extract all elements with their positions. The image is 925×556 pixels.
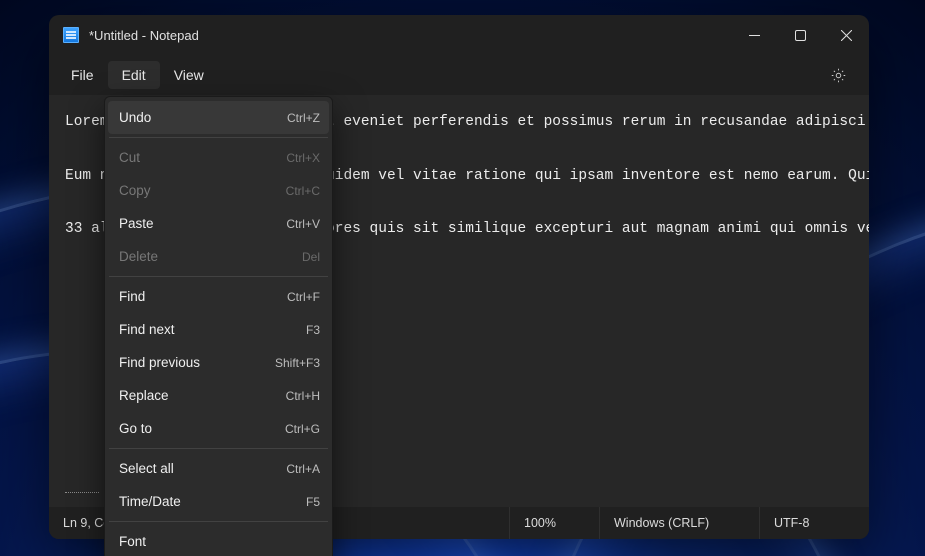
menu-item-shortcut: Ctrl+C [286,184,320,198]
edit-menu-dropdown: Undo Ctrl+Z Cut Ctrl+X Copy Ctrl+C Paste… [104,96,333,556]
menu-separator [109,448,328,449]
menu-item-shortcut: Ctrl+A [286,462,320,476]
menu-item-shortcut: Ctrl+G [285,422,320,436]
minimize-icon [749,30,760,41]
menu-select-all[interactable]: Select all Ctrl+A [105,452,332,485]
menu-item-label: Find next [119,322,175,337]
menu-item-label: Delete [119,249,158,264]
menu-separator [109,276,328,277]
menu-item-shortcut: Ctrl+Z [287,111,320,125]
menu-find-previous[interactable]: Find previous Shift+F3 [105,346,332,379]
menu-font[interactable]: Font [105,525,332,556]
caret-indicator [65,492,99,493]
maximize-button[interactable] [777,15,823,55]
menu-item-shortcut: Ctrl+H [286,389,320,403]
minimize-button[interactable] [731,15,777,55]
menu-item-label: Cut [119,150,140,165]
menubar: File Edit View [49,55,869,95]
window-controls [731,15,869,55]
menu-item-label: Find previous [119,355,200,370]
settings-button[interactable] [821,58,855,92]
titlebar[interactable]: *Untitled - Notepad [49,15,869,55]
menu-item-label: Find [119,289,145,304]
menu-goto[interactable]: Go to Ctrl+G [105,412,332,445]
menu-view[interactable]: View [160,61,218,89]
menu-item-label: Replace [119,388,169,403]
menu-separator [109,521,328,522]
menu-cut: Cut Ctrl+X [105,141,332,174]
window-title: *Untitled - Notepad [89,28,199,43]
menu-item-shortcut: Ctrl+F [287,290,320,304]
gear-icon [830,67,847,84]
status-lineend[interactable]: Windows (CRLF) [599,507,759,539]
menu-item-label: Undo [119,110,151,125]
menu-item-shortcut: F3 [306,323,320,337]
menu-edit[interactable]: Edit [108,61,160,89]
close-button[interactable] [823,15,869,55]
menu-item-shortcut: Ctrl+V [286,217,320,231]
menu-item-shortcut: Shift+F3 [275,356,320,370]
menu-paste[interactable]: Paste Ctrl+V [105,207,332,240]
close-icon [841,30,852,41]
maximize-icon [795,30,806,41]
menu-separator [109,137,328,138]
status-zoom[interactable]: 100% [509,507,599,539]
menu-item-label: Copy [119,183,151,198]
menu-item-label: Paste [119,216,154,231]
menu-delete: Delete Del [105,240,332,273]
menu-item-shortcut: Ctrl+X [286,151,320,165]
menu-item-shortcut: F5 [306,495,320,509]
menu-copy: Copy Ctrl+C [105,174,332,207]
status-encoding[interactable]: UTF-8 [759,507,869,539]
menu-item-label: Select all [119,461,174,476]
menu-item-label: Font [119,534,146,549]
menu-file[interactable]: File [57,61,108,89]
menu-undo[interactable]: Undo Ctrl+Z [108,101,329,134]
menu-item-label: Go to [119,421,152,436]
menu-time-date[interactable]: Time/Date F5 [105,485,332,518]
menu-item-label: Time/Date [119,494,181,509]
menu-replace[interactable]: Replace Ctrl+H [105,379,332,412]
notepad-icon [63,27,79,43]
menu-find-next[interactable]: Find next F3 [105,313,332,346]
menu-item-shortcut: Del [302,250,320,264]
menu-find[interactable]: Find Ctrl+F [105,280,332,313]
